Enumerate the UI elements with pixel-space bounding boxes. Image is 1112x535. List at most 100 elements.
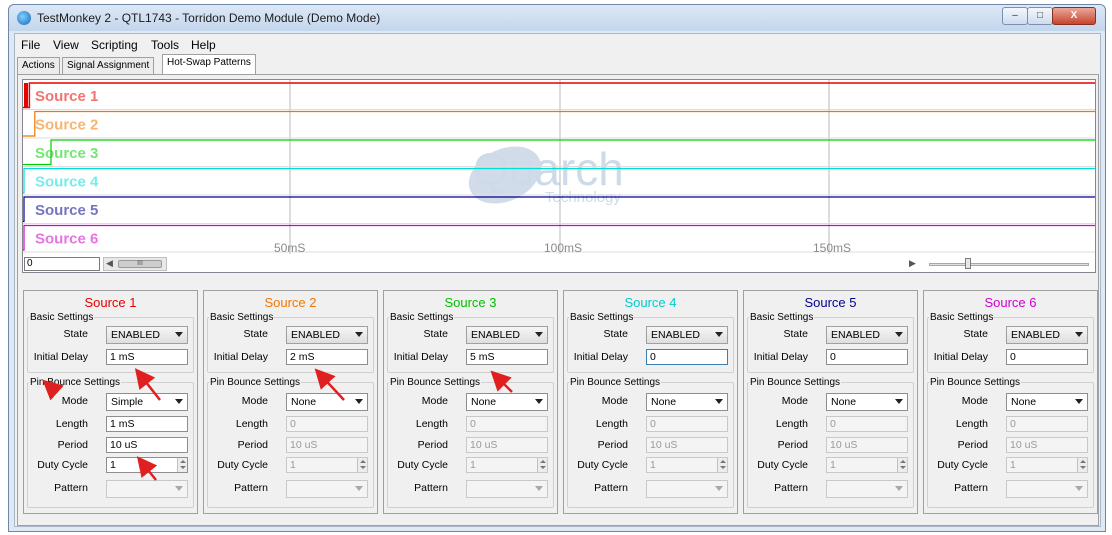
pattern-dropdown[interactable] [466,480,548,498]
duty-cycle-spinner[interactable]: 1 [106,457,188,473]
pattern-dropdown[interactable] [1006,480,1088,498]
initial-delay-label: Initial Delay [933,351,988,363]
scroll-thumb[interactable]: III [118,260,162,268]
state-dropdown[interactable]: ENABLED [646,326,728,344]
initial-delay-input[interactable]: 1 mS [106,349,188,365]
length-input[interactable]: 0 [646,416,728,432]
pattern-dropdown[interactable] [106,480,188,498]
length-input[interactable]: 0 [466,416,548,432]
menu-scripting[interactable]: Scripting [91,38,138,52]
timeline-position-input[interactable]: 0 [24,257,100,271]
state-dropdown[interactable]: ENABLED [106,326,188,344]
tab-hot-swap-patterns[interactable]: Hot-Swap Patterns [162,54,256,75]
zoom-slider[interactable] [929,257,1093,271]
tab-signal-assignment[interactable]: Signal Assignment [62,57,155,74]
state-label: State [423,328,448,340]
source-panel-5: Source 5 Basic Settings State ENABLED In… [743,290,918,514]
length-input[interactable]: 0 [1006,416,1088,432]
length-input[interactable]: 1 mS [106,416,188,432]
period-input[interactable]: 10 uS [646,437,728,453]
basic-settings-group: Basic Settings State ENABLED Initial Del… [207,312,374,373]
menu-file[interactable]: File [21,38,40,52]
mode-dropdown[interactable]: Simple [106,393,188,411]
state-value: ENABLED [111,329,161,341]
duty-cycle-spinner[interactable]: 1 [466,457,548,473]
time-label: 150mS [813,241,851,254]
period-input[interactable]: 10 uS [826,437,908,453]
mode-dropdown[interactable]: None [286,393,368,411]
period-input[interactable]: 10 uS [286,437,368,453]
spinner-arrows-icon[interactable] [717,458,727,472]
tab-actions[interactable]: Actions [17,57,60,74]
mode-dropdown[interactable]: None [1006,393,1088,411]
maximize-button[interactable]: □ [1027,7,1053,25]
duty-cycle-spinner[interactable]: 1 [646,457,728,473]
spinner-arrows-icon[interactable] [357,458,367,472]
spinner-arrows-icon[interactable] [537,458,547,472]
duty-cycle-spinner[interactable]: 1 [286,457,368,473]
period-input[interactable]: 10 uS [106,437,188,453]
chevron-down-icon [1075,399,1083,404]
group-label: Basic Settings [389,312,455,323]
minimize-button[interactable]: – [1002,7,1028,25]
duty-cycle-spinner[interactable]: 1 [826,457,908,473]
state-dropdown[interactable]: ENABLED [1006,326,1088,344]
period-input[interactable]: 10 uS [466,437,548,453]
close-button[interactable]: X [1052,7,1096,25]
pin-bounce-group: Pin Bounce Settings Mode None Length 0 P… [927,377,1094,508]
mode-label: Mode [961,395,988,407]
mode-dropdown[interactable]: None [826,393,908,411]
menu-tools[interactable]: Tools [151,38,179,52]
spinner-arrows-icon[interactable] [177,458,187,472]
mode-dropdown[interactable]: None [466,393,548,411]
length-input[interactable]: 0 [826,416,908,432]
time-label: 100mS [544,241,582,254]
period-input[interactable]: 10 uS [1006,437,1088,453]
spinner-arrows-icon[interactable] [1077,458,1087,472]
state-dropdown[interactable]: ENABLED [286,326,368,344]
length-label: Length [55,418,88,430]
chevron-down-icon [535,332,543,337]
menu-view[interactable]: View [53,38,79,52]
scroll-right-icon[interactable]: ▶ [909,258,916,269]
duty-cycle-label: Duty Cycle [757,459,808,471]
group-label: Pin Bounce Settings [569,377,662,388]
scroll-left-icon[interactable]: ◀ [106,258,113,269]
state-dropdown[interactable]: ENABLED [466,326,548,344]
state-label: State [783,328,808,340]
basic-settings-group: Basic Settings State ENABLED Initial Del… [747,312,914,373]
pattern-dropdown[interactable] [826,480,908,498]
initial-delay-input[interactable]: 5 mS [466,349,548,365]
group-label: Basic Settings [929,312,995,323]
source-panel-1: Source 1 Basic Settings State ENABLED In… [23,290,198,514]
initial-delay-input[interactable]: 0 [1006,349,1088,365]
initial-delay-input[interactable]: 0 [646,349,728,365]
mode-value: None [1011,396,1037,408]
waveform-plot[interactable]: Quarch Technology Source 1 Source 2 Source… [23,80,1095,254]
state-label: State [963,328,988,340]
initial-delay-input[interactable]: 0 [826,349,908,365]
menu-help[interactable]: Help [191,38,216,52]
source-row-label: Source 2 [35,117,98,134]
pattern-dropdown[interactable] [286,480,368,498]
group-label: Pin Bounce Settings [29,377,122,388]
length-input[interactable]: 0 [286,416,368,432]
chevron-down-icon [355,399,363,404]
spinner-arrows-icon[interactable] [897,458,907,472]
mode-dropdown[interactable]: None [646,393,728,411]
waveform-view[interactable]: Quarch Technology Source 1 Source 2 Source… [22,79,1096,273]
state-dropdown[interactable]: ENABLED [826,326,908,344]
app-window: TestMonkey 2 - QTL1743 - Torridon Demo M… [8,4,1106,532]
source-panel-3: Source 3 Basic Settings State ENABLED In… [383,290,558,514]
zoom-slider-knob[interactable] [965,258,971,269]
source-panel-title: Source 3 [444,295,497,310]
basic-settings-group: Basic Settings State ENABLED Initial Del… [927,312,1094,373]
initial-delay-input[interactable]: 2 mS [286,349,368,365]
pattern-dropdown[interactable] [646,480,728,498]
length-label: Length [775,418,808,430]
mode-label: Mode [601,395,628,407]
pin-bounce-group: Pin Bounce Settings Mode None Length 0 P… [567,377,734,508]
duty-cycle-spinner[interactable]: 1 [1006,457,1088,473]
title-bar[interactable]: TestMonkey 2 - QTL1743 - Torridon Demo M… [9,5,1105,31]
horizontal-scrollbar[interactable]: ◀ III [103,257,167,271]
